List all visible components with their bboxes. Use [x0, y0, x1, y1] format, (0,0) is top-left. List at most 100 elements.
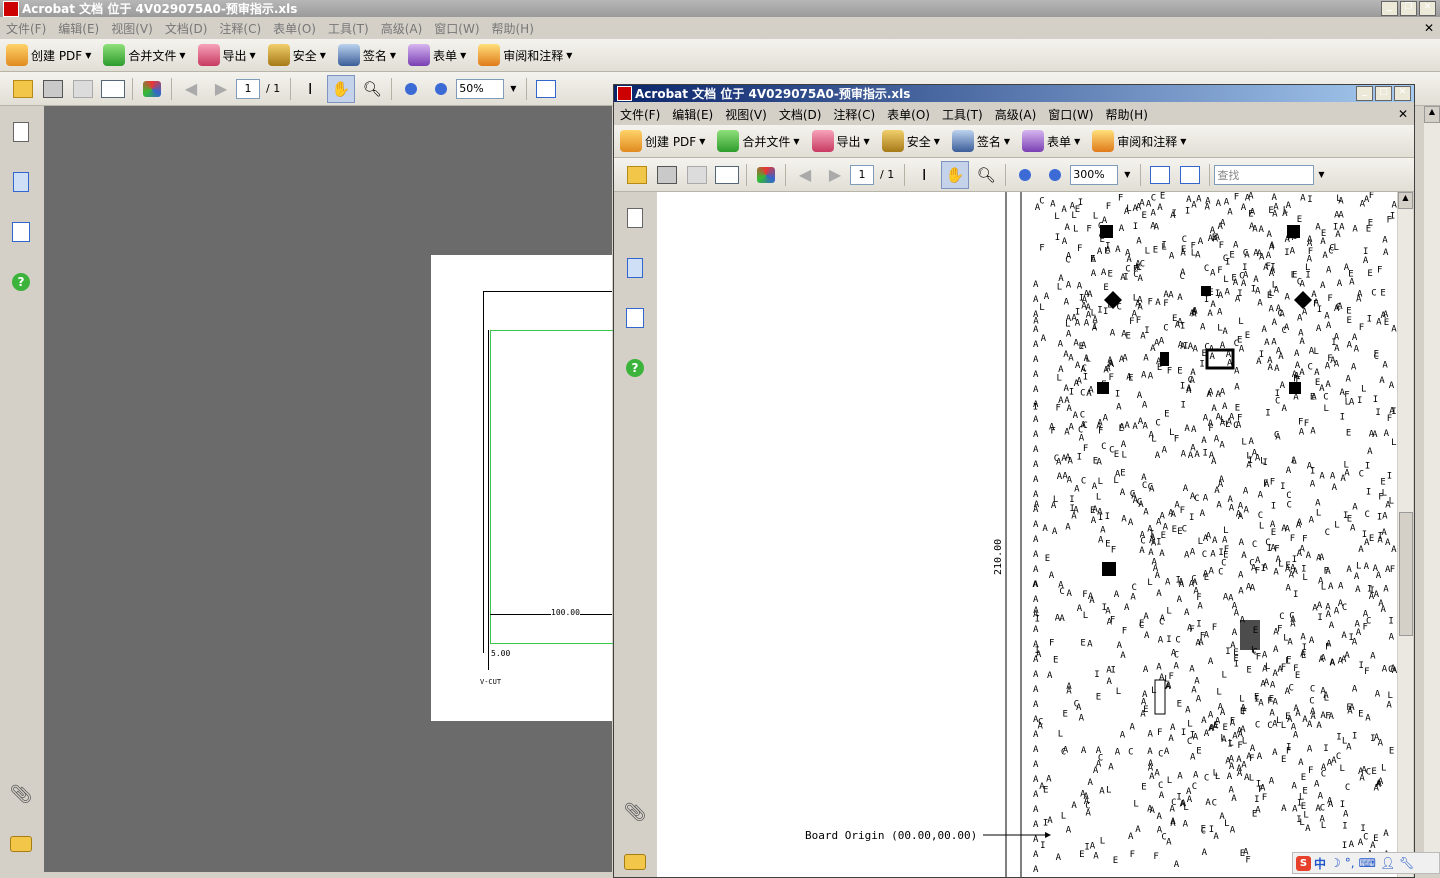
- inner-bookmarks-icon[interactable]: [624, 256, 646, 280]
- inner-combine-files-button[interactable]: 合并文件 ▼: [711, 128, 805, 154]
- outer-security-button[interactable]: 安全 ▼: [262, 42, 332, 68]
- inner-search-dropdown-icon[interactable]: ▼: [1318, 170, 1324, 179]
- inner-forms-button[interactable]: 表单 ▼: [1016, 128, 1086, 154]
- inner-create-pdf-button[interactable]: 创建 PDF ▼: [614, 128, 711, 154]
- inner-comments-icon[interactable]: [624, 850, 646, 874]
- outer-menu-edit[interactable]: 编辑(E): [52, 20, 105, 37]
- outer-signatures-icon[interactable]: [10, 220, 32, 244]
- outer-doc-close-icon[interactable]: ✕: [1418, 21, 1440, 35]
- inner-menu-advanced[interactable]: 高级(A): [989, 106, 1043, 123]
- inner-doc-close-icon[interactable]: ✕: [1392, 107, 1414, 121]
- ime-mode-indicator[interactable]: 中: [1314, 855, 1326, 872]
- outer-menu-tools[interactable]: 工具(T): [322, 20, 375, 37]
- outer-document-area[interactable]: 100.00 5.00 V-CUT: [44, 106, 613, 872]
- outer-minimize-button[interactable]: _: [1381, 1, 1398, 16]
- inner-zoom-in-button[interactable]: [1042, 162, 1068, 188]
- inner-open-button[interactable]: [624, 162, 650, 188]
- inner-prev-page-button[interactable]: ◀: [792, 162, 818, 188]
- outer-menu-view[interactable]: 视图(V): [105, 20, 159, 37]
- outer-select-tool-button[interactable]: I: [297, 76, 323, 102]
- inner-pdf-tools-button[interactable]: [753, 162, 779, 188]
- inner-email-button[interactable]: [714, 162, 740, 188]
- outer-save-button[interactable]: [70, 76, 96, 102]
- inner-export-button[interactable]: 导出 ▼: [806, 128, 876, 154]
- outer-menu-document[interactable]: 文档(D): [159, 20, 214, 37]
- sogou-ime-icon[interactable]: S: [1296, 855, 1311, 871]
- outer-zoom-out-button[interactable]: [398, 76, 424, 102]
- outer-prev-page-button[interactable]: ◀: [178, 76, 204, 102]
- inner-vertical-scrollbar[interactable]: ▲: [1398, 192, 1413, 877]
- outer-create-pdf-button[interactable]: 创建 PDF ▼: [0, 42, 97, 68]
- inner-minimize-button[interactable]: _: [1356, 86, 1373, 101]
- outer-vertical-scrollbar[interactable]: ▲: [1424, 106, 1440, 872]
- inner-menu-edit[interactable]: 编辑(E): [666, 106, 719, 123]
- inner-fit-page-button[interactable]: [1177, 162, 1203, 188]
- inner-security-button[interactable]: 安全 ▼: [876, 128, 946, 154]
- moon-icon[interactable]: ☽: [1330, 856, 1341, 870]
- outer-zoom-in-button[interactable]: [428, 76, 454, 102]
- outer-comments-icon[interactable]: [10, 832, 32, 856]
- inner-print-button[interactable]: [654, 162, 680, 188]
- outer-menu-window[interactable]: 窗口(W): [428, 20, 485, 37]
- outer-bookmarks-icon[interactable]: [10, 170, 32, 194]
- inner-zoom-out-button[interactable]: [1012, 162, 1038, 188]
- outer-attachments-icon[interactable]: 📎︎: [10, 782, 33, 806]
- outer-close-button[interactable]: ✕: [1419, 1, 1436, 16]
- punctuation-icon[interactable]: °,: [1345, 856, 1355, 870]
- outer-page-number-input[interactable]: 1: [236, 78, 260, 99]
- user-icon[interactable]: 👤︎: [1380, 856, 1395, 870]
- inner-close-button[interactable]: ✕: [1394, 86, 1411, 101]
- outer-forms-button[interactable]: 表单 ▼: [402, 42, 472, 68]
- outer-email-button[interactable]: [100, 76, 126, 102]
- inner-review-comment-button[interactable]: 审阅和注释 ▼: [1086, 128, 1192, 154]
- inner-next-page-button[interactable]: ▶: [822, 162, 848, 188]
- inner-zoom-tool-button[interactable]: 🔍︎: [973, 162, 999, 188]
- inner-menu-window[interactable]: 窗口(W): [1042, 106, 1099, 123]
- inner-zoom-dropdown-icon[interactable]: ▼: [1124, 170, 1130, 179]
- inner-attachments-icon[interactable]: 📎︎: [624, 800, 647, 824]
- scroll-thumb[interactable]: [1399, 512, 1413, 636]
- inner-signatures-icon[interactable]: [624, 306, 646, 330]
- inner-fit-width-button[interactable]: [1147, 162, 1173, 188]
- outer-zoom-tool-button[interactable]: 🔍︎: [359, 76, 385, 102]
- outer-next-page-button[interactable]: ▶: [208, 76, 234, 102]
- inner-search-input[interactable]: 查找: [1214, 164, 1315, 185]
- outer-sign-button[interactable]: 签名 ▼: [332, 42, 402, 68]
- inner-document-area[interactable]: AAIAAAAAAAAALEEAAFAAAAFCAACAALAALAAAAAIA…: [657, 192, 1397, 877]
- inner-sign-button[interactable]: 签名 ▼: [946, 128, 1016, 154]
- outer-menu-help[interactable]: 帮助(H): [486, 20, 540, 37]
- outer-hand-tool-button[interactable]: ✋: [327, 74, 356, 103]
- inner-menu-help[interactable]: 帮助(H): [1100, 106, 1154, 123]
- outer-print-button[interactable]: [40, 76, 66, 102]
- outer-fit-width-button[interactable]: [533, 76, 559, 102]
- outer-restore-button[interactable]: ❐: [1400, 1, 1417, 16]
- inner-help-icon[interactable]: ?: [624, 356, 646, 380]
- outer-export-button[interactable]: 导出 ▼: [192, 42, 262, 68]
- inner-menu-document[interactable]: 文档(D): [773, 106, 828, 123]
- inner-zoom-input[interactable]: 300%: [1070, 164, 1119, 185]
- inner-select-tool-button[interactable]: I: [911, 162, 937, 188]
- outer-combine-files-button[interactable]: 合并文件 ▼: [97, 42, 191, 68]
- scroll-up-icon[interactable]: ▲: [1398, 192, 1413, 209]
- outer-scroll-up-icon[interactable]: ▲: [1424, 106, 1440, 123]
- outer-menu-comments[interactable]: 注释(C): [213, 20, 267, 37]
- outer-pages-icon[interactable]: [10, 120, 32, 144]
- inner-menu-comments[interactable]: 注释(C): [827, 106, 881, 123]
- inner-maximize-button[interactable]: □: [1375, 86, 1392, 101]
- inner-page-number-input[interactable]: 1: [850, 164, 874, 185]
- inner-menu-forms[interactable]: 表单(O): [881, 106, 936, 123]
- outer-review-comment-button[interactable]: 审阅和注释 ▼: [472, 42, 578, 68]
- outer-menu-forms[interactable]: 表单(O): [267, 20, 322, 37]
- inner-pages-icon[interactable]: [624, 206, 646, 230]
- outer-help-icon[interactable]: ?: [10, 270, 32, 294]
- inner-menu-file[interactable]: 文件(F): [614, 106, 666, 123]
- inner-hand-tool-button[interactable]: ✋: [941, 160, 970, 189]
- inner-menu-tools[interactable]: 工具(T): [936, 106, 989, 123]
- inner-save-button[interactable]: [684, 162, 710, 188]
- wrench-icon[interactable]: 🔧︎: [1399, 856, 1414, 870]
- outer-menu-file[interactable]: 文件(F): [0, 20, 52, 37]
- outer-menu-advanced[interactable]: 高级(A): [375, 20, 429, 37]
- inner-menu-view[interactable]: 视图(V): [719, 106, 773, 123]
- outer-zoom-dropdown-icon[interactable]: ▼: [510, 84, 516, 93]
- outer-zoom-input[interactable]: 50%: [456, 78, 505, 99]
